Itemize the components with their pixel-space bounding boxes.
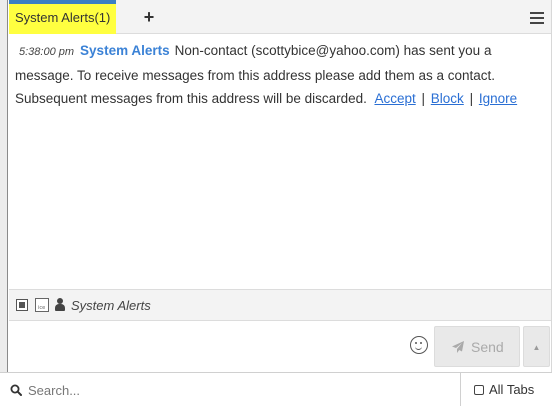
link-separator: | [469,91,474,106]
search-bar: All Tabs [0,372,552,406]
accept-link[interactable]: Accept [374,91,415,106]
all-tabs-toggle[interactable]: All Tabs [460,373,552,406]
left-border [0,0,8,406]
conversation-status-bar: System Alerts [9,289,551,321]
hamburger-menu-icon[interactable] [530,12,544,24]
message-list: 5:38:00 pm System Alerts Non-contact (scot… [9,35,551,289]
message-composer[interactable]: Send ▲ [9,322,551,372]
caret-up-icon: ▲ [532,343,541,352]
chat-log-icon[interactable] [35,298,49,312]
tab-system-alerts[interactable]: System Alerts(1) [9,0,117,34]
user-icon [55,298,65,312]
link-separator: | [421,91,426,106]
tab-bar: System Alerts(1) + [9,0,551,34]
block-link[interactable]: Block [431,91,464,106]
send-button[interactable]: Send [434,326,520,367]
message-time: 5:38:00 pm [19,46,75,58]
square-stop-icon[interactable] [16,299,28,311]
send-label: Send [471,339,504,355]
search-icon [10,384,22,396]
all-tabs-label: All Tabs [489,382,535,397]
ignore-link[interactable]: Ignore [479,91,517,106]
send-options-button[interactable]: ▲ [523,326,550,367]
add-tab-button[interactable]: + [139,5,159,29]
conversation-name: System Alerts [71,298,151,313]
all-tabs-checkbox[interactable] [474,385,484,395]
paper-plane-icon [452,341,464,353]
search-input[interactable] [28,379,428,401]
smiley-icon[interactable] [410,336,428,354]
message-sender[interactable]: System Alerts [80,43,170,58]
message-item: 5:38:00 pm System Alerts Non-contact (scot… [9,35,551,110]
chat-window: System Alerts(1) + 5:38:00 pm System Aler… [0,0,552,406]
